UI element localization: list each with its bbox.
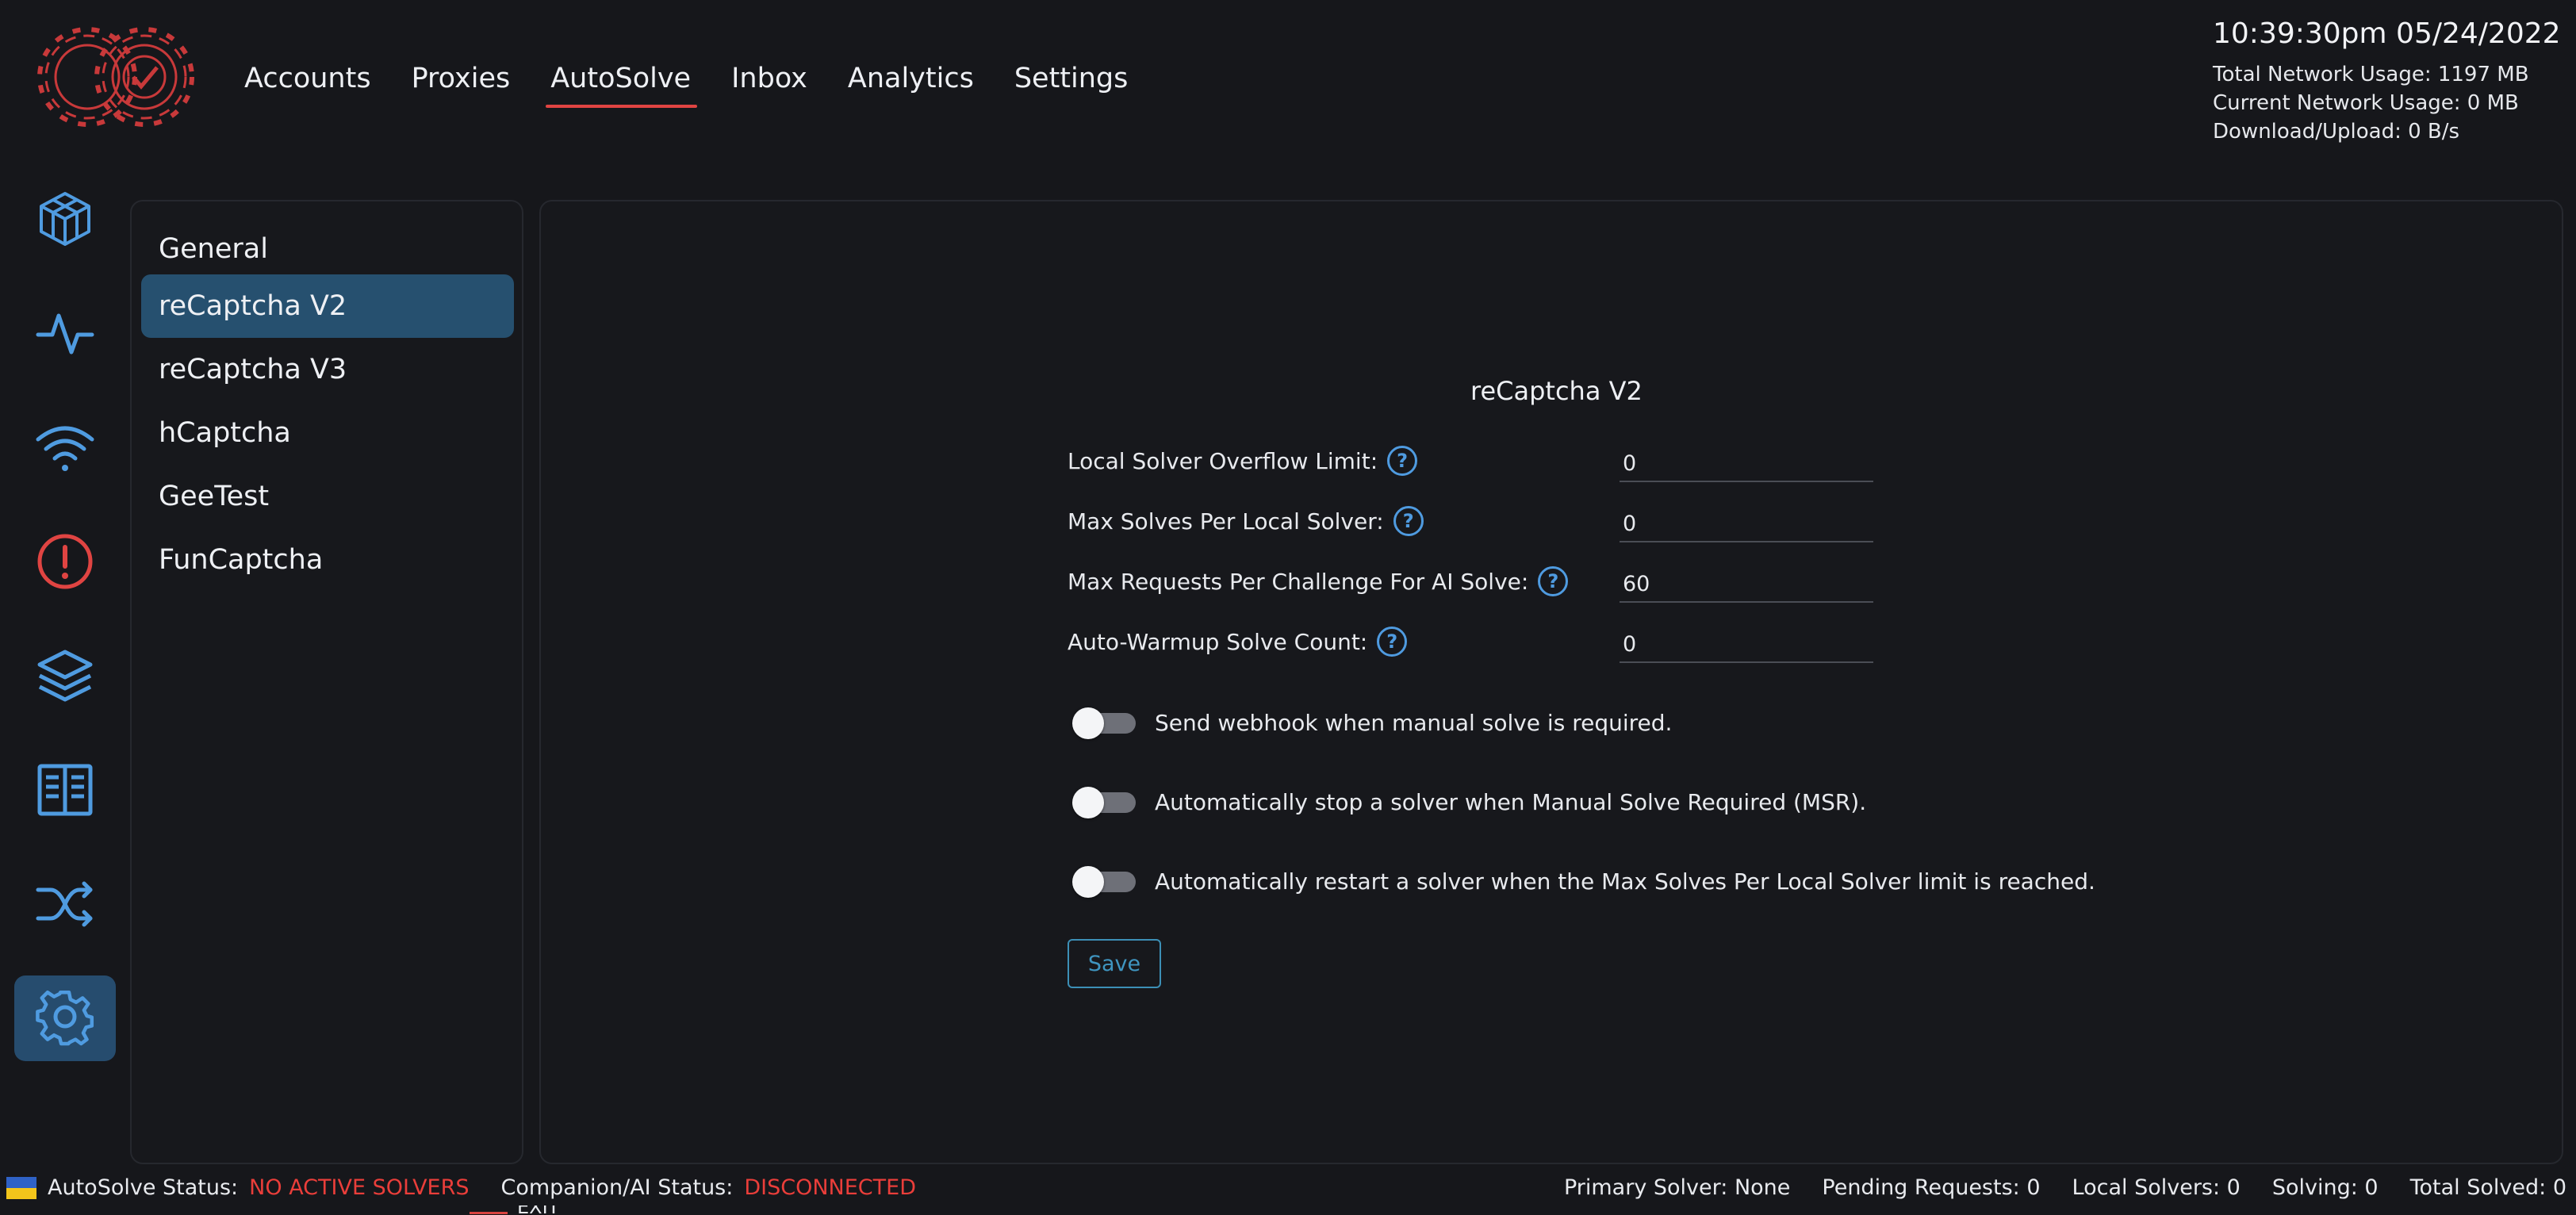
rail-item-tasks[interactable] [14,176,116,262]
solving-count: Solving: 0 [2271,1175,2379,1200]
total-solved: Total Solved: 0 [2409,1175,2566,1200]
gear-icon [36,990,94,1046]
help-icon[interactable]: ? [1377,627,1408,657]
local-solvers: Local Solvers: 0 [2072,1175,2241,1200]
nav-inbox[interactable]: Inbox [731,59,807,103]
toggle-row-webhook: Send webhook when manual solve is requir… [1072,707,1673,739]
total-network-usage: Total Network Usage: 1197 MB [2213,63,2529,86]
settings-panel [539,200,2563,1164]
nav-autosolve[interactable]: AutoSolve [546,59,697,108]
rail-item-activity[interactable] [14,290,116,376]
help-icon[interactable]: ? [1538,566,1569,596]
wifi-icon [36,426,94,471]
field-label-warmup-count: Auto-Warmup Solve Count: ? [1068,627,1408,657]
ukraine-flag-icon [6,1177,36,1199]
section-title: reCaptcha V2 [1470,376,1643,406]
status-right: Primary Solver: None Pending Requests: 0… [1564,1171,2566,1205]
autosolve-status-label: AutoSolve Status: [48,1175,239,1200]
warmup-count-input[interactable] [1620,627,1873,663]
field-label-text: Local Solver Overflow Limit: [1068,447,1378,474]
rail-item-shuffle[interactable] [14,861,116,947]
status-bar: AutoSolve Status: NO ACTIVE SOLVERS Comp… [0,1171,2576,1209]
shuffle-icon [36,881,93,927]
restart-solver-toggle[interactable] [1072,866,1137,898]
submenu-general[interactable]: General [141,217,514,281]
submenu-geetest[interactable]: GeeTest [141,465,514,528]
max-requests-input[interactable] [1620,566,1873,603]
pending-requests: Pending Requests: 0 [1822,1175,2041,1200]
companion-status-value: DISCONNECTED [744,1175,917,1200]
activity-icon [36,313,94,355]
top-nav: Accounts Proxies AutoSolve Inbox Analyti… [244,59,1168,108]
exit-label: EXIT [517,1205,559,1215]
app-window: Accounts Proxies AutoSolve Inbox Analyti… [0,0,2576,1215]
primary-solver: Primary Solver: None [1563,1175,1791,1200]
app-logo [35,19,198,135]
network-stats: 10:39:30pm 05/24/2022 Total Network Usag… [2213,16,2561,146]
max-solves-input[interactable] [1620,506,1873,542]
clock: 10:39:30pm 05/24/2022 [2213,17,2561,50]
help-icon[interactable]: ? [1393,506,1424,536]
submenu-recaptcha-v2[interactable]: reCaptcha V2 [141,274,514,338]
nav-proxies[interactable]: Proxies [412,59,511,103]
help-icon[interactable]: ? [1387,446,1418,476]
rail-item-docs[interactable] [14,747,116,833]
rail-item-layers[interactable] [14,633,116,719]
toggle-row-stop-msr: Automatically stop a solver when Manual … [1072,787,1867,818]
status-left: AutoSolve Status: NO ACTIVE SOLVERS Comp… [6,1171,948,1205]
nav-accounts[interactable]: Accounts [244,59,371,103]
download-upload-rate: Download/Upload: 0 B/s [2213,120,2460,144]
overflow-limit-input[interactable] [1620,446,1873,482]
rail-item-errors[interactable] [14,519,116,604]
exit-bar [470,1212,508,1214]
toggle-label: Automatically stop a solver when Manual … [1155,788,1867,815]
nav-analytics[interactable]: Analytics [848,59,974,103]
field-label-text: Auto-Warmup Solve Count: [1068,628,1368,655]
layers-icon [37,650,93,702]
autosolve-status-value: NO ACTIVE SOLVERS [249,1175,470,1200]
submenu-recaptcha-v3[interactable]: reCaptcha V3 [141,338,514,401]
field-label-text: Max Solves Per Local Solver: [1068,508,1384,535]
toggle-label: Automatically restart a solver when the … [1155,868,2095,895]
toggle-label: Send webhook when manual solve is requir… [1155,709,1673,736]
cube-icon [40,192,90,246]
current-network-usage: Current Network Usage: 0 MB [2213,91,2519,115]
autosolve-submenu: General reCaptcha V2 reCaptcha V3 hCaptc… [130,200,523,1164]
nav-settings[interactable]: Settings [1014,59,1129,103]
gear-check-logo-icon [37,27,194,127]
save-button[interactable]: Save [1068,939,1161,988]
field-label-max-requests: Max Requests Per Challenge For AI Solve:… [1068,566,1569,596]
submenu-funcaptcha[interactable]: FunCaptcha [141,528,514,592]
rail-item-settings[interactable] [14,975,116,1061]
companion-status-label: Companion/AI Status: [500,1175,734,1200]
stop-msr-toggle[interactable] [1072,787,1137,818]
toggle-row-restart-solver: Automatically restart a solver when the … [1072,866,2095,898]
rail-item-proxies[interactable] [14,404,116,490]
submenu-hcaptcha[interactable]: hCaptcha [141,401,514,465]
book-icon [37,764,93,816]
field-label-overflow-limit: Local Solver Overflow Limit: ? [1068,446,1418,476]
alert-icon [37,534,93,589]
webhook-toggle[interactable] [1072,707,1137,739]
field-label-text: Max Requests Per Challenge For AI Solve: [1068,568,1529,595]
field-label-max-solves: Max Solves Per Local Solver: ? [1068,506,1424,536]
exit-button-fragment[interactable]: EXIT [470,1205,565,1215]
